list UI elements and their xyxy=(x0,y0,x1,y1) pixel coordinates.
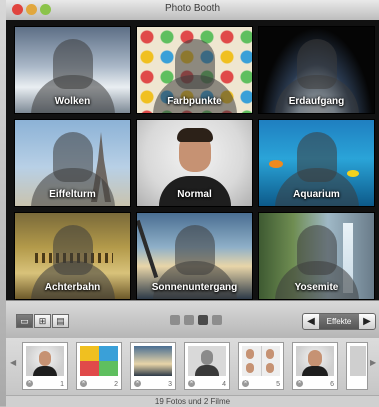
arrow-left-icon: ◀ xyxy=(307,316,315,327)
effect-label: Eiffelturm xyxy=(49,189,96,200)
thumbnail[interactable]: × 4 xyxy=(184,342,230,390)
fish-icon xyxy=(347,170,359,177)
page-dot-2[interactable] xyxy=(184,315,194,325)
thumbnail-number: 5 xyxy=(276,381,280,388)
thumbnail[interactable]: × 3 xyxy=(130,342,176,390)
effect-label: Normal xyxy=(177,189,212,200)
effects-button[interactable]: Effekte xyxy=(319,314,359,329)
thumbnail-number: 1 xyxy=(60,381,64,388)
delete-icon[interactable]: × xyxy=(80,380,87,387)
effect-tile-wolken[interactable]: Wolken xyxy=(14,26,131,114)
effect-label: Achterbahn xyxy=(44,282,101,293)
arrow-right-icon: ▶ xyxy=(363,316,371,327)
effect-label: Sonnenuntergang xyxy=(151,282,238,293)
control-bar: ▭ ⊞ ▤ ◀ Effekte ▶ xyxy=(6,300,379,339)
effect-tile-yosemite[interactable]: Yosemite xyxy=(258,212,375,300)
effects-prev-button[interactable]: ◀ xyxy=(303,314,319,329)
delete-icon[interactable]: × xyxy=(296,380,303,387)
delete-icon[interactable]: × xyxy=(26,380,33,387)
person-hair xyxy=(177,128,213,142)
thumbnail-number: 4 xyxy=(222,381,226,388)
page-dot-1[interactable] xyxy=(170,315,180,325)
single-view-button[interactable]: ▭ xyxy=(16,314,33,328)
single-view-icon: ▭ xyxy=(20,316,29,326)
page-dot-3[interactable] xyxy=(198,315,208,325)
effects-grid: Wolken Farbpunkte Erdaufgang Eiffelturm … xyxy=(6,20,379,300)
effect-label: Erdaufgang xyxy=(288,96,345,107)
effect-label: Yosemite xyxy=(294,282,339,293)
effect-label: Farbpunkte xyxy=(167,96,222,107)
thumbnail[interactable]: × 2 xyxy=(76,342,122,390)
delete-icon[interactable]: × xyxy=(188,380,195,387)
effect-tile-aquarium[interactable]: Aquarium xyxy=(258,119,375,207)
thumbnail[interactable]: × 1 xyxy=(22,342,68,390)
fish-icon xyxy=(269,160,283,168)
title-bar[interactable]: Photo Booth xyxy=(6,0,379,21)
effect-label: Aquarium xyxy=(293,189,340,200)
film-view-button[interactable]: ▤ xyxy=(52,314,69,328)
filmstrip: ◀ × 1 × 2 × 3 × 4 × 5 × 6 ▶ xyxy=(6,338,379,395)
grid-view-button[interactable]: ⊞ xyxy=(34,314,51,328)
effect-label: Wolken xyxy=(54,96,91,107)
delete-icon[interactable]: × xyxy=(242,380,249,387)
effect-tile-farbpunkte[interactable]: Farbpunkte xyxy=(136,26,253,114)
effects-nav: ◀ Effekte ▶ xyxy=(302,313,376,330)
effect-tile-erdaufgang[interactable]: Erdaufgang xyxy=(258,26,375,114)
effect-tile-normal[interactable]: Normal xyxy=(136,119,253,207)
thumbnail-number: 2 xyxy=(114,381,118,388)
scroll-right-icon[interactable]: ▶ xyxy=(370,358,376,367)
effect-tile-achterbahn[interactable]: Achterbahn xyxy=(14,212,131,300)
thumbnail-number: 6 xyxy=(330,381,334,388)
film-view-icon: ▤ xyxy=(56,316,65,326)
page-dot-4[interactable] xyxy=(212,315,222,325)
thumbnail-number: 3 xyxy=(168,381,172,388)
status-bar: 19 Fotos und 2 Filme xyxy=(6,395,379,407)
effect-tile-sonnenuntergang[interactable]: Sonnenuntergang xyxy=(136,212,253,300)
scroll-left-icon[interactable]: ◀ xyxy=(10,358,16,367)
window-title: Photo Booth xyxy=(164,3,221,14)
effect-tile-eiffelturm[interactable]: Eiffelturm xyxy=(14,119,131,207)
thumbnail[interactable]: × 5 xyxy=(238,342,284,390)
effects-next-button[interactable]: ▶ xyxy=(359,314,375,329)
grid-view-icon: ⊞ xyxy=(38,316,47,326)
thumbnail-partial[interactable] xyxy=(346,342,368,390)
delete-icon[interactable]: × xyxy=(134,380,141,387)
thumbnail[interactable]: × 6 xyxy=(292,342,338,390)
